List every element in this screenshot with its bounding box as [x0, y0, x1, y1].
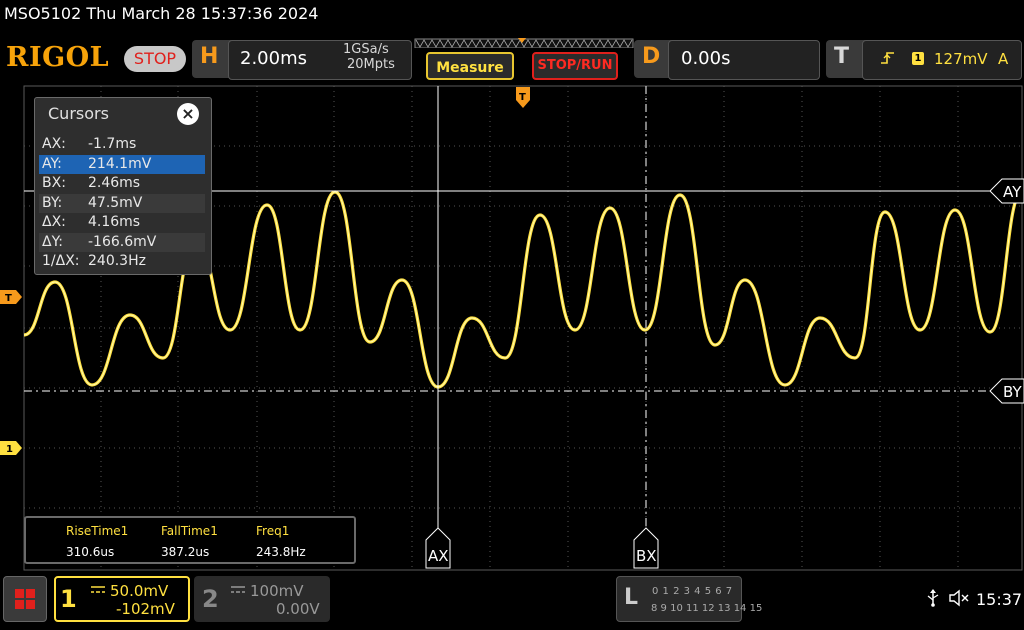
usb-icon	[927, 589, 939, 607]
measurement-label: Freq1	[256, 524, 290, 538]
ch2-number: 2	[202, 585, 219, 613]
speaker-muted-icon[interactable]	[948, 589, 970, 607]
cursor-readout-row[interactable]: ΔX: 4.16ms	[39, 213, 205, 232]
ch2-offset: 0.00V	[276, 600, 320, 618]
trigger-level-marker: T	[0, 290, 22, 304]
cursor-readout-value: 240.3Hz	[88, 253, 146, 269]
cursor-readout-row[interactable]: AY: 214.1mV	[39, 154, 205, 174]
logic-analyzer-letter: L	[624, 585, 639, 610]
ch1-ground-marker: 1	[0, 441, 22, 455]
svg-text:1: 1	[6, 444, 13, 455]
cursor-readout-value: 47.5mV	[88, 194, 143, 211]
cursor-readout-row[interactable]: AX: -1.7ms	[39, 135, 205, 154]
measurement-label: FallTime1	[161, 524, 218, 538]
measurement-value: 387.2us	[161, 545, 210, 559]
ch1-offset: -102mV	[116, 600, 175, 618]
cursor-readout-key: ΔX:	[42, 214, 66, 230]
svg-text:T: T	[519, 92, 526, 103]
cursors-panel-title: Cursors	[48, 104, 109, 123]
cursor-readout-row[interactable]: BY: 47.5mV	[39, 193, 205, 213]
cursor-readout-key: AY:	[42, 155, 62, 172]
cursor-readout-key: ΔY:	[42, 233, 63, 250]
cursor-readout-row[interactable]: ΔY: -166.6mV	[39, 232, 205, 252]
ch2-scale: 100mV	[250, 582, 304, 600]
measurement-value: 243.8Hz	[256, 545, 306, 559]
grid-menu-icon	[15, 589, 35, 609]
cursor-bx-label: BX	[636, 547, 657, 565]
cursor-readout-row[interactable]: 1/ΔX: 240.3Hz	[39, 252, 205, 271]
cursor-readout-value: 4.16ms	[88, 214, 141, 230]
cursor-readout-key: AX:	[42, 136, 66, 152]
cursor-readout-value: -1.7ms	[88, 136, 137, 152]
cursor-readout-value: 214.1mV	[88, 155, 152, 172]
cursor-readout-value: -166.6mV	[88, 233, 157, 250]
ch1-number: 1	[60, 585, 77, 613]
cursor-ax-label: AX	[428, 547, 449, 565]
measurement-label: RiseTime1	[66, 524, 129, 538]
cursor-readout-key: BX:	[42, 175, 66, 191]
close-icon[interactable]: ×	[177, 103, 199, 125]
measurement-value: 310.6us	[66, 545, 115, 559]
cursor-readout-key: 1/ΔX:	[42, 253, 80, 269]
cursor-readout-value: 2.46ms	[88, 175, 141, 191]
cursor-readout-row[interactable]: BX: 2.46ms	[39, 174, 205, 193]
svg-text:T: T	[5, 293, 12, 304]
logic-channels-8-15: 8 9 10 11 12 13 14 15	[651, 603, 763, 614]
ch1-scale: 50.0mV	[110, 582, 169, 600]
logic-channels-0-7: 0 1 2 3 4 5 6 7	[652, 586, 733, 597]
cursor-ay-label: AY	[1003, 183, 1022, 201]
cursor-readout-key: BY:	[42, 194, 63, 211]
dc-coupling-icon	[91, 586, 105, 593]
dc-coupling-icon	[231, 586, 245, 593]
clock: 15:37	[976, 590, 1023, 609]
main-menu-button[interactable]	[3, 576, 47, 622]
cursor-by-label: BY	[1003, 383, 1022, 401]
